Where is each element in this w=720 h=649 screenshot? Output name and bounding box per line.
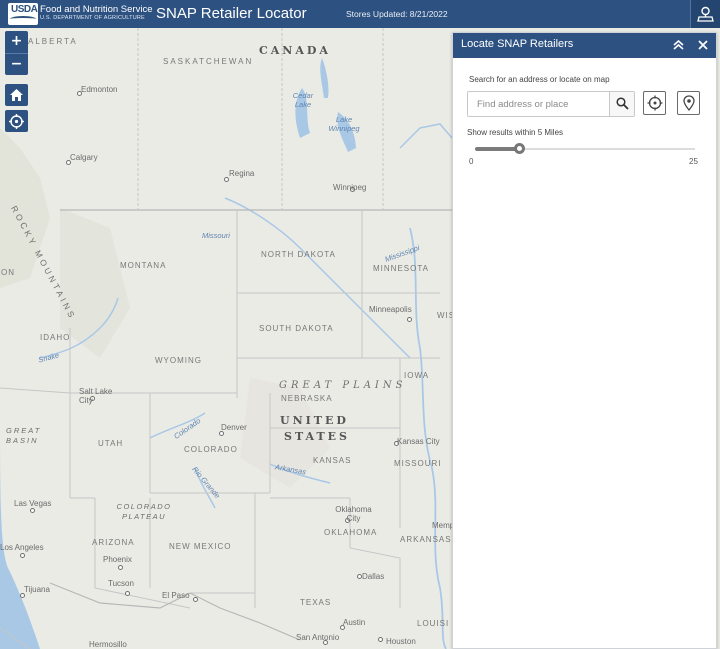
- map-label-colorado-plateau: COLORADO PLATEAU: [116, 502, 172, 521]
- city-dot-houston: [378, 637, 383, 642]
- map-label-louisiana: LOUISI: [417, 619, 450, 628]
- stores-updated: Stores Updated: 8/21/2022: [346, 9, 448, 19]
- city-label-tijuana: Tijuana: [24, 585, 50, 594]
- radius-slider[interactable]: [475, 143, 695, 154]
- close-icon[interactable]: [698, 40, 708, 50]
- home-button[interactable]: [5, 84, 28, 106]
- map-pin-icon: [683, 95, 695, 111]
- city-dot-el-paso: [193, 597, 198, 602]
- map-label-idaho: IDAHO: [40, 333, 71, 342]
- map-label-iowa: IOWA: [404, 371, 430, 380]
- radius-max-label: 25: [689, 157, 698, 166]
- zoom-in-button[interactable]: +: [5, 31, 28, 53]
- map-label-minnesota: MINNESOTA: [373, 264, 429, 273]
- city-label-salt-lake-city: Salt Lake City: [79, 387, 113, 405]
- city-dot-tucson: [125, 591, 130, 596]
- map-label-arizona: ARIZONA: [92, 538, 135, 547]
- map-label-arkansas: ARKANSAS: [400, 535, 452, 544]
- city-dot-minneapolis: [407, 317, 412, 322]
- city-label-dallas: Dallas: [362, 572, 385, 581]
- city-label-minneapolis: Minneapolis: [369, 305, 412, 314]
- map-tool-button[interactable]: [690, 0, 720, 28]
- map-label-new-mexico: NEW MEXICO: [169, 542, 232, 551]
- map-label-missouri: MISSOURI: [394, 459, 442, 468]
- city-label-las-vegas: Las Vegas: [14, 499, 52, 508]
- usda-logo: USDA: [8, 3, 38, 25]
- pick-on-map-button[interactable]: [677, 91, 700, 115]
- map-label-north-dakota: NORTH DAKOTA: [261, 250, 336, 259]
- locate-button[interactable]: [5, 110, 28, 132]
- app-title: SNAP Retailer Locator: [156, 5, 307, 22]
- logo-text: USDA: [11, 4, 38, 15]
- map-label-kansas: KANSAS: [313, 456, 352, 465]
- city-label-phoenix: Phoenix: [103, 555, 132, 564]
- city-label-edmonton: Edmonton: [81, 85, 118, 94]
- crosshair-icon: [647, 95, 663, 111]
- map-label-country-states: STATES: [284, 430, 350, 443]
- panel-header: Locate SNAP Retailers: [453, 33, 716, 58]
- locate-icon: [9, 114, 24, 129]
- city-label-kansas-city: Kansas City: [397, 437, 440, 446]
- map-label-nebraska: NEBRASKA: [281, 394, 333, 403]
- city-label-calgary: Calgary: [70, 153, 98, 162]
- search-box: [467, 91, 635, 117]
- map-label-alberta: ALBERTA: [28, 37, 78, 46]
- map-label-saskatchewan: SASKATCHEWAN: [163, 57, 254, 66]
- water-label-missouri: Missouri: [202, 231, 230, 240]
- search-button[interactable]: [609, 92, 634, 116]
- radius-slider-fill: [475, 147, 519, 151]
- city-dot-phoenix: [118, 565, 123, 570]
- map-label-on: ON: [1, 268, 15, 277]
- map-label-oklahoma: OKLAHOMA: [324, 528, 378, 537]
- map-view[interactable]: CANADA UNITED STATES SASKATCHEWAN ALBERT…: [0, 28, 720, 649]
- city-label-winnipeg: Winnipeg: [333, 183, 367, 192]
- city-label-austin: Austin: [343, 618, 366, 627]
- panel-title: Locate SNAP Retailers: [461, 38, 574, 50]
- city-label-san-antonio: San Antonio: [296, 633, 340, 642]
- search-label: Search for an address or locate on map: [469, 75, 610, 84]
- chevron-double-up-icon[interactable]: [673, 40, 684, 50]
- city-label-oklahoma-city: Oklahoma City: [335, 505, 372, 523]
- department-name: U.S. DEPARTMENT OF AGRICULTURE: [40, 15, 145, 21]
- search-input[interactable]: [468, 92, 610, 116]
- map-label-texas: TEXAS: [300, 598, 332, 607]
- map-label-utah: UTAH: [98, 439, 124, 448]
- map-label-montana: MONTANA: [120, 261, 167, 270]
- agency-name: Food and Nutrition Service: [40, 4, 153, 15]
- radius-min-label: 0: [469, 157, 474, 166]
- city-dot-las-vegas: [30, 508, 35, 513]
- zoom-out-button[interactable]: −: [5, 53, 28, 75]
- map-label-country-canada: CANADA: [259, 44, 331, 57]
- app-header: USDA Food and Nutrition Service U.S. DEP…: [0, 0, 720, 28]
- city-label-houston: Houston: [386, 637, 416, 646]
- radius-label: Show results within 5 Miles: [467, 128, 564, 137]
- zoom-control: + −: [5, 31, 28, 75]
- locate-me-button[interactable]: [643, 91, 666, 115]
- map-label-wyoming: WYOMING: [155, 356, 202, 365]
- city-label-el-paso: El Paso: [162, 591, 190, 600]
- city-label-denver: Denver: [221, 423, 247, 432]
- city-label-los-angeles: Los Angeles: [0, 543, 44, 552]
- city-dot-los-angeles: [20, 553, 25, 558]
- city-label-hermosillo: Hermosillo: [89, 640, 127, 649]
- locate-retailers-panel: Locate SNAP Retailers Search for an addr…: [452, 32, 717, 649]
- map-label-colorado: COLORADO: [184, 445, 238, 454]
- map-label-south-dakota: SOUTH DAKOTA: [259, 324, 334, 333]
- city-label-tucson: Tucson: [108, 579, 134, 588]
- home-icon: [10, 89, 23, 101]
- radius-slider-thumb[interactable]: [514, 143, 525, 154]
- map-label-great-basin: GREAT BASIN: [6, 426, 42, 445]
- search-icon: [616, 97, 629, 110]
- water-label-lake-winnipeg: Lake Winnipeg: [328, 115, 360, 133]
- map-label-great-plains: GREAT PLAINS: [279, 380, 407, 391]
- map-tool-icon: [697, 6, 714, 22]
- city-label-regina: Regina: [229, 169, 255, 178]
- water-label-cedar-lake: Cedar Lake: [292, 91, 314, 109]
- logo-swoosh: [10, 16, 36, 22]
- map-label-country-united: UNITED: [280, 414, 349, 427]
